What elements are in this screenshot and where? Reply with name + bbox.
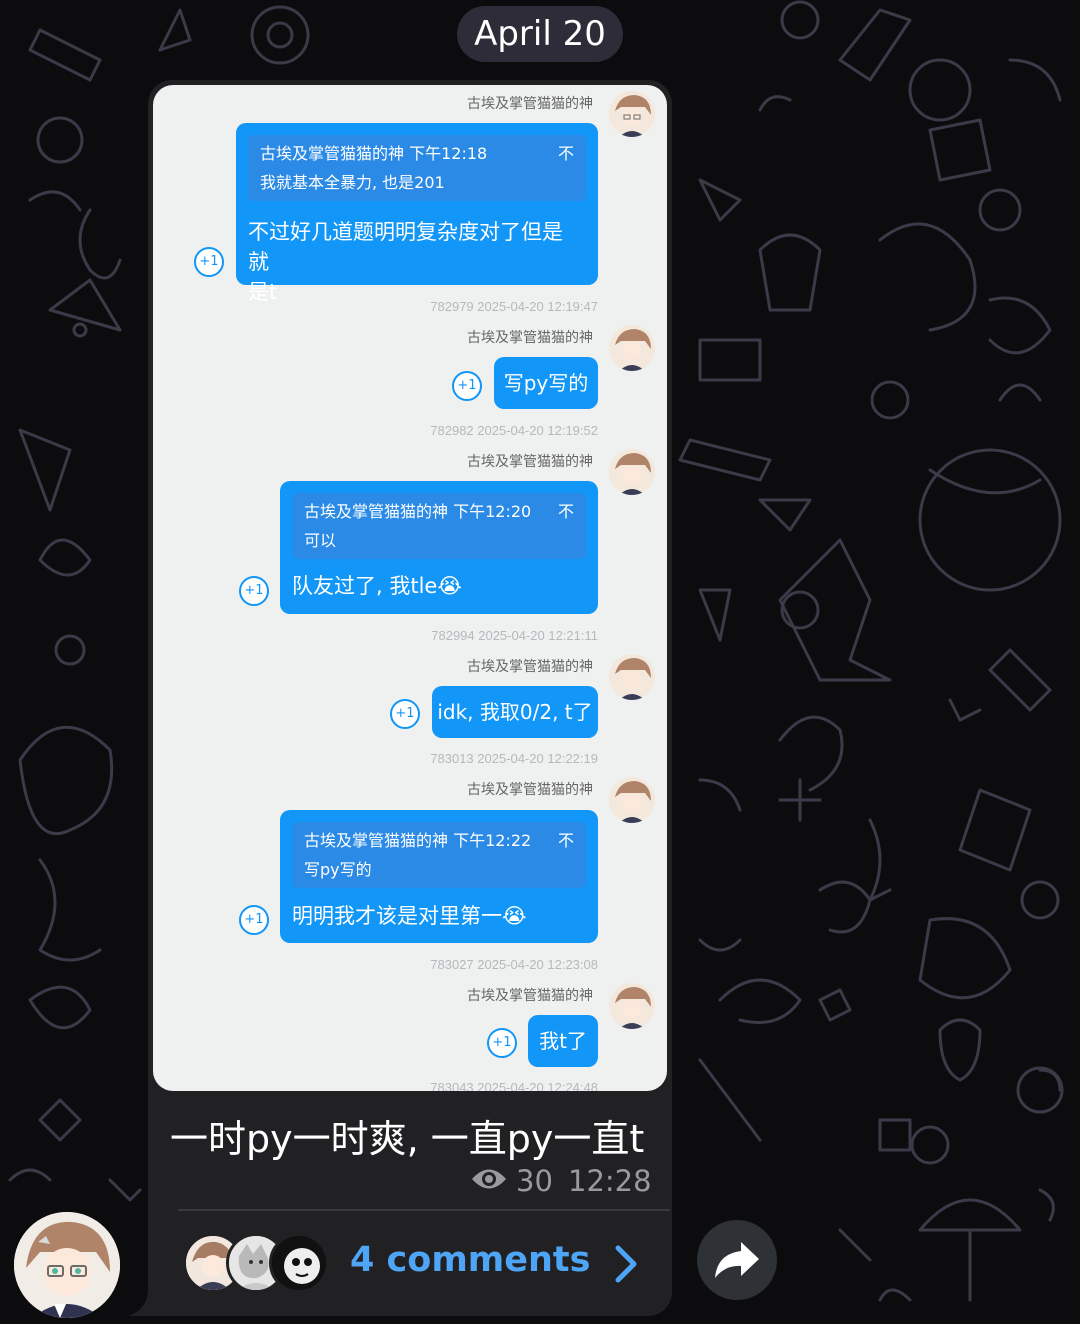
share-button[interactable] [697,1220,777,1300]
comments-link[interactable]: 4 comments [350,1240,591,1280]
post-time: 12:28 [568,1164,652,1198]
message-text: 我t了 [539,1029,587,1053]
sender-avatar [609,325,655,371]
plus-one-button[interactable]: +1 [487,1028,517,1058]
date-separator: April 20 [457,6,623,62]
channel-avatar[interactable] [14,1212,120,1318]
quote-meta: 古埃及掌管猫猫的神 下午12:18 [260,144,488,163]
message-text-line: 明明我才该是对里第一😭 [292,904,527,928]
reply-quote[interactable]: 古埃及掌管猫猫的神 下午12:18 不 我就基本全暴力, 也是201 [248,135,586,201]
message-timestamp: 782982 2025-04-20 12:19:52 [430,423,598,438]
quote-flag: 不 [557,144,574,163]
sender-avatar [609,91,655,137]
plus-one-button[interactable]: +1 [239,576,269,606]
reply-quote[interactable]: 古埃及掌管猫猫的神 下午12:22 不 写py写的 [292,822,586,888]
sender-avatar [609,777,655,823]
message-bubble[interactable]: 古埃及掌管猫猫的神 下午12:18 不 我就基本全暴力, 也是201 不过好几道题… [236,123,598,304]
chevron-right-icon[interactable] [612,1244,640,1284]
view-count: 30 [516,1164,553,1198]
bubble-tail [128,1292,158,1316]
quote-text: 写py写的 [304,860,372,879]
reply-quote[interactable]: 古埃及掌管猫猫的神 下午12:20 不 可以 [292,493,586,559]
quote-text: 我就基本全暴力, 也是201 [260,173,445,192]
message-sender-name: 古埃及掌管猫猫的神 [467,659,593,675]
quote-text: 可以 [304,531,337,550]
quote-meta: 古埃及掌管猫猫的神 下午12:20 [304,502,532,521]
message-text: 写py写的 [503,371,589,395]
eye-icon [472,1169,506,1189]
quote-meta: 古埃及掌管猫猫的神 下午12:22 [304,831,532,850]
quote-flag: 不 [557,831,574,850]
message-sender-name: 古埃及掌管猫猫的神 [467,454,593,470]
message-timestamp: 782994 2025-04-20 12:21:11 [431,628,598,643]
plus-one-button[interactable]: +1 [239,905,269,935]
message-text: idk, 我取0/2, t了 [437,700,593,724]
message-text-line: 队友过了, 我tle😭 [292,574,462,598]
message-text-line: 不过好几道题明明复杂度对了但是就 [248,220,563,274]
share-arrow-icon [715,1242,759,1278]
message-timestamp: 783027 2025-04-20 12:23:08 [430,957,598,972]
plus-one-button[interactable]: +1 [390,699,420,729]
message-sender-name: 古埃及掌管猫猫的神 [467,330,593,346]
quote-flag: 不 [557,502,574,521]
message-sender-name: 古埃及掌管猫猫的神 [467,782,593,798]
sender-avatar [609,449,655,495]
commenter-avatar [269,1233,329,1293]
plus-one-button[interactable]: +1 [194,247,224,277]
message-bubble[interactable]: 我t了 [528,1015,598,1067]
message-sender-name: 古埃及掌管猫猫的神 [467,96,593,112]
message-timestamp: 783013 2025-04-20 12:22:19 [430,751,598,766]
divider [178,1209,670,1211]
sender-avatar [609,983,655,1029]
message-bubble[interactable]: 古埃及掌管猫猫的神 下午12:20 不 可以 队友过了, 我tle😭 [280,481,598,614]
post-caption: 一时py一时爽, 一直py一直t [170,1117,645,1161]
plus-one-button[interactable]: +1 [452,371,482,401]
message-timestamp: 782979 2025-04-20 12:19:47 [430,299,598,314]
message-sender-name: 古埃及掌管猫猫的神 [467,988,593,1004]
message-bubble[interactable]: 古埃及掌管猫猫的神 下午12:22 不 写py写的 明明我才该是对里第一😭 [280,810,598,943]
message-bubble[interactable]: 写py写的 [494,357,598,409]
attached-screenshot[interactable]: 古埃及掌管猫猫的神 古埃及掌管猫猫的神 下午12:18 不 我就基本全暴力, 也是… [153,85,667,1091]
sender-avatar [609,654,655,700]
message-bubble[interactable]: idk, 我取0/2, t了 [432,686,598,738]
message-timestamp: 783043 2025-04-20 12:24:48 [430,1080,598,1091]
